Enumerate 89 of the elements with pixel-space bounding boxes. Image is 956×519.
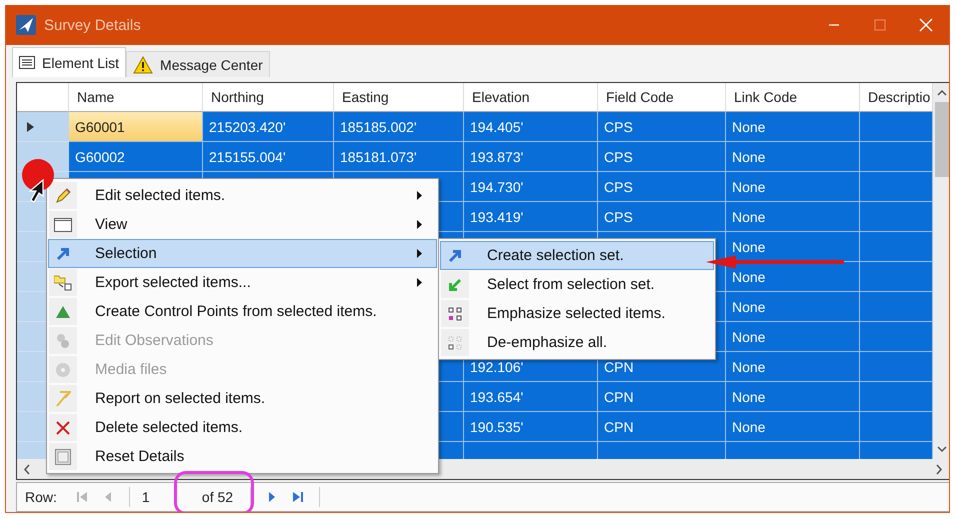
table-cell: 185185.002' <box>334 112 464 142</box>
row-count: of 52 <box>202 489 234 505</box>
scroll-up-icon[interactable] <box>937 89 947 96</box>
table-cell: 215155.004' <box>203 142 334 172</box>
table-cell: None <box>726 142 860 172</box>
menu-item[interactable]: Report on selected items. <box>48 384 437 413</box>
menu-item[interactable]: Emphasize selected items. <box>440 299 714 328</box>
table-cell: CPS <box>598 142 726 172</box>
table-cell: 193.654' <box>464 382 598 412</box>
export-icon <box>54 274 72 290</box>
row-label: Row: <box>25 489 57 505</box>
scroll-down-icon[interactable] <box>937 446 947 453</box>
arrow-icon <box>448 278 462 292</box>
table-cell: CPS <box>598 112 726 142</box>
warning-icon <box>133 56 154 74</box>
table-cell: CPN <box>598 382 726 412</box>
arrow-icon <box>56 246 70 260</box>
menu-item[interactable]: Selection <box>48 239 437 268</box>
table-cell: None <box>726 172 860 202</box>
table-cell: CPS <box>598 172 726 202</box>
row-position-field[interactable]: 1 <box>138 489 192 505</box>
column-header[interactable]: Elevation <box>464 83 598 112</box>
table-cell: G60002 <box>69 142 203 172</box>
window-icon <box>54 218 72 232</box>
squares-icon <box>448 336 462 350</box>
table-cell: None <box>726 112 860 142</box>
previous-icon <box>102 491 113 503</box>
table-cell: 190.535' <box>464 412 598 442</box>
observations-icon <box>55 332 71 348</box>
table-cell: 215203.420' <box>203 112 334 142</box>
submenu-arrow-icon <box>417 278 422 287</box>
menu-item[interactable]: View <box>48 210 437 239</box>
pencil-icon <box>55 188 71 204</box>
menu-item[interactable]: Edit selected items. <box>48 181 437 210</box>
window-title: Survey Details <box>44 16 142 34</box>
maximize-icon <box>874 19 886 31</box>
table-cell: None <box>726 322 860 352</box>
menu-item[interactable]: Select from selection set. <box>440 270 714 299</box>
table-cell: None <box>726 352 860 382</box>
vertical-scrollbar[interactable] <box>933 83 949 459</box>
close-icon <box>919 18 933 32</box>
first-icon <box>76 491 88 503</box>
column-header[interactable]: Link Code <box>726 83 860 112</box>
table-cell: 185181.073' <box>334 142 464 172</box>
menu-item[interactable]: Export selected items... <box>48 268 437 297</box>
column-header[interactable]: Name <box>69 83 203 112</box>
arrow-icon <box>448 248 462 262</box>
table-cell: 194.730' <box>464 172 598 202</box>
menu-item[interactable]: Delete selected items. <box>48 413 437 442</box>
submenu-arrow-icon <box>417 220 422 229</box>
table-cell: 193.873' <box>464 142 598 172</box>
scroll-left-icon[interactable] <box>23 464 31 474</box>
squares-icon <box>448 306 462 320</box>
list-icon <box>19 56 35 69</box>
app-icon <box>16 15 36 35</box>
menu-item[interactable]: Create Control Points from selected items. <box>48 297 437 326</box>
tab[interactable]: Message Center <box>126 51 270 77</box>
row-header[interactable] <box>17 112 69 142</box>
column-header[interactable]: Easting <box>334 83 464 112</box>
table-cell: None <box>726 412 860 442</box>
column-header[interactable]: Field Code <box>598 83 726 112</box>
scroll-thumb[interactable] <box>935 102 949 177</box>
table-cell: 193.419' <box>464 202 598 232</box>
last-icon <box>292 491 304 503</box>
submenu-arrow-icon <box>417 249 422 258</box>
table-cell: CPN <box>598 412 726 442</box>
table-cell: G60001 <box>69 112 203 142</box>
table-cell: None <box>726 382 860 412</box>
table-cell: None <box>726 262 860 292</box>
delete-icon <box>56 420 70 434</box>
triangle-icon <box>55 304 71 318</box>
submenu-arrow-icon <box>417 191 422 200</box>
tab[interactable]: Element List <box>12 47 126 77</box>
disc-icon <box>55 362 71 378</box>
table-cell: None <box>726 232 860 262</box>
next-icon <box>266 491 277 503</box>
table-cell: CPS <box>598 202 726 232</box>
table-cell: 194.405' <box>464 112 598 142</box>
column-header[interactable]: Northing <box>203 83 334 112</box>
table-cell: None <box>726 292 860 322</box>
reset-icon <box>55 448 71 464</box>
current-row-icon <box>27 122 34 132</box>
report-icon <box>55 390 71 406</box>
menu-item[interactable]: Create selection set. <box>440 241 714 270</box>
table-cell: None <box>726 202 860 232</box>
scroll-right-icon[interactable] <box>935 464 943 474</box>
menu-item[interactable]: Reset Details <box>48 442 437 471</box>
click-marker <box>22 159 54 191</box>
column-header[interactable]: Descriptio <box>860 83 933 112</box>
